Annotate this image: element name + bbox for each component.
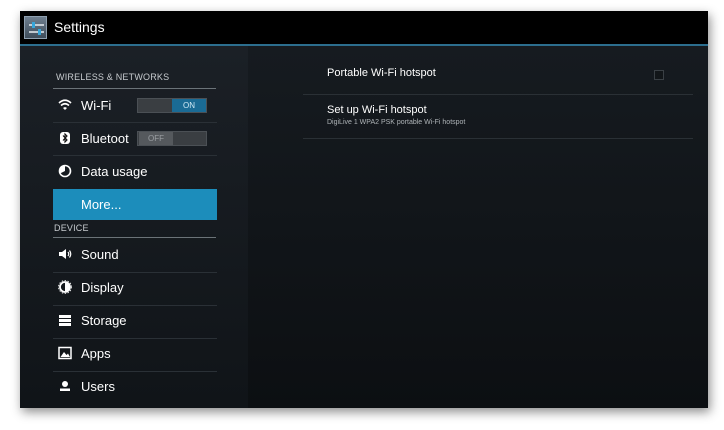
wifi-toggle[interactable]: ON bbox=[137, 98, 207, 113]
users-icon bbox=[58, 379, 72, 393]
sidebar-item-label: Users bbox=[81, 379, 115, 394]
section-divider bbox=[53, 237, 216, 238]
pref-title: Set up Wi-Fi hotspot bbox=[327, 104, 427, 116]
sidebar-item-wifi[interactable]: Wi-Fi ON bbox=[53, 90, 217, 122]
settings-sidebar: WIRELESS & NETWORKS Wi-Fi ON Bluetoot OF… bbox=[20, 46, 248, 408]
sidebar-item-bluetooth[interactable]: Bluetoot OFF bbox=[53, 123, 217, 155]
sidebar-item-more[interactable]: More... bbox=[53, 189, 217, 220]
sidebar-item-apps[interactable]: Apps bbox=[53, 338, 217, 370]
sidebar-item-data-usage[interactable]: Data usage bbox=[53, 156, 217, 188]
portable-hotspot-checkbox[interactable] bbox=[654, 70, 664, 80]
sidebar-item-label: Apps bbox=[81, 346, 111, 361]
pref-title: Portable Wi-Fi hotspot bbox=[327, 67, 436, 79]
pref-summary: DigiLive 1 WPA2 PSK portable Wi-Fi hotsp… bbox=[327, 119, 466, 126]
sidebar-item-sound[interactable]: Sound bbox=[53, 239, 217, 271]
sidebar-item-storage[interactable]: Storage bbox=[53, 305, 217, 337]
pref-divider bbox=[303, 94, 693, 95]
section-header-device: DEVICE bbox=[54, 223, 89, 233]
sidebar-item-label: Data usage bbox=[81, 164, 148, 179]
bluetooth-icon bbox=[58, 131, 72, 145]
app-title: Settings bbox=[54, 19, 105, 35]
sidebar-item-users[interactable]: Users bbox=[53, 371, 217, 403]
settings-sliders-icon[interactable] bbox=[24, 16, 47, 39]
wifi-icon bbox=[58, 98, 72, 112]
settings-window: Settings WIRELESS & NETWORKS Wi-Fi ON Bl… bbox=[20, 11, 708, 408]
sidebar-item-label: Storage bbox=[81, 313, 127, 328]
sidebar-item-label: Display bbox=[81, 280, 124, 295]
display-icon bbox=[58, 280, 72, 294]
pref-portable-hotspot[interactable]: Portable Wi-Fi hotspot bbox=[303, 56, 693, 94]
data-usage-icon bbox=[58, 164, 72, 178]
storage-icon bbox=[58, 313, 72, 327]
toggle-knob: ON bbox=[172, 99, 206, 112]
pref-divider bbox=[303, 138, 693, 139]
sidebar-item-display[interactable]: Display bbox=[53, 272, 217, 304]
action-bar: Settings bbox=[20, 11, 708, 44]
section-divider bbox=[53, 88, 216, 89]
apps-icon bbox=[58, 346, 72, 360]
sidebar-item-label: Bluetoot bbox=[81, 131, 129, 146]
pref-setup-hotspot[interactable]: Set up Wi-Fi hotspot DigiLive 1 WPA2 PSK… bbox=[303, 98, 693, 138]
sidebar-item-label: Wi-Fi bbox=[81, 98, 112, 113]
settings-detail-pane: Portable Wi-Fi hotspot Set up Wi-Fi hots… bbox=[248, 46, 708, 408]
sidebar-item-label: More... bbox=[81, 197, 122, 212]
toggle-knob: OFF bbox=[139, 132, 173, 145]
section-header-wireless: WIRELESS & NETWORKS bbox=[56, 72, 170, 82]
sound-icon bbox=[58, 247, 72, 261]
sidebar-item-label: Sound bbox=[81, 247, 119, 262]
bluetooth-toggle[interactable]: OFF bbox=[137, 131, 207, 146]
